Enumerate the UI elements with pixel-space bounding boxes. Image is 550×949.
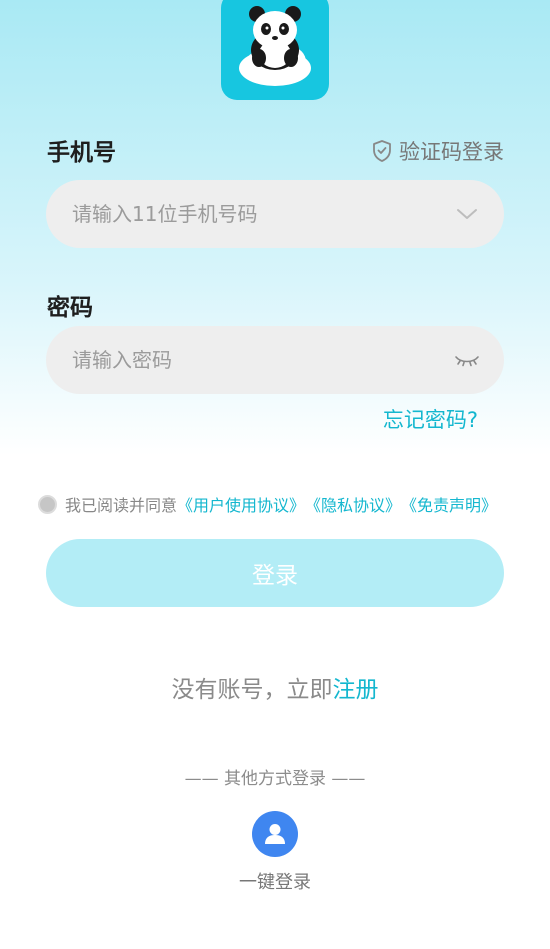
phone-input[interactable] — [70, 201, 452, 227]
panda-icon — [239, 6, 311, 86]
disclaimer-link[interactable]: 《免责声明》 — [401, 492, 497, 516]
register-prompt: 没有账号，立即注册 — [0, 670, 550, 704]
register-link[interactable]: 注册 — [333, 677, 379, 703]
user-icon — [265, 824, 285, 844]
eye-closed-icon — [455, 356, 479, 367]
password-label: 密码 — [47, 295, 93, 321]
shield-check-icon — [373, 140, 391, 162]
register-text: 没有账号，立即 — [171, 677, 333, 703]
password-input[interactable] — [70, 347, 452, 373]
chevron-down-icon — [457, 209, 477, 219]
agreement-row: 我已阅读并同意 《用户使用协议》 《隐私协议》 《免责声明》 — [38, 492, 497, 516]
sms-login-label: 验证码登录 — [399, 140, 504, 164]
onekey-login-label: 一键登录 — [239, 872, 311, 893]
other-login-title: —— 其他方式登录 —— — [184, 769, 366, 789]
app-logo — [221, 0, 329, 100]
agreement-checkbox[interactable] — [38, 494, 57, 514]
password-field — [46, 326, 504, 394]
agreement-text: 我已阅读并同意 — [65, 496, 178, 515]
phone-dropdown-button[interactable] — [452, 199, 482, 229]
forgot-password-link[interactable]: 忘记密码? — [383, 404, 478, 434]
phone-label: 手机号 — [47, 140, 116, 166]
onekey-login-button[interactable] — [252, 811, 298, 857]
login-button[interactable]: 登录 — [46, 539, 504, 607]
sms-login-link[interactable]: 验证码登录 — [371, 136, 504, 166]
password-visibility-toggle[interactable] — [452, 345, 482, 375]
privacy-agreement-link[interactable]: 《隐私协议》 — [305, 492, 401, 516]
user-agreement-link[interactable]: 《用户使用协议》 — [177, 492, 305, 516]
phone-field — [46, 180, 504, 248]
